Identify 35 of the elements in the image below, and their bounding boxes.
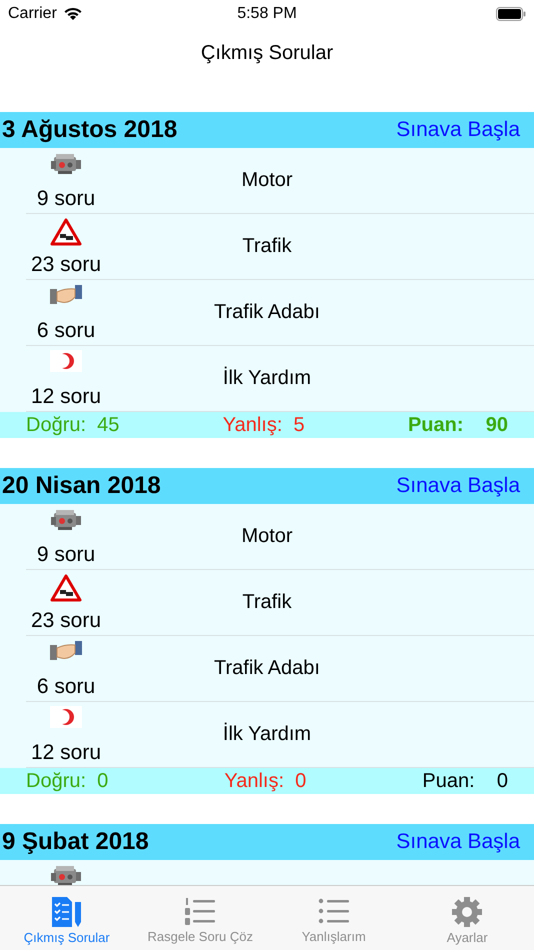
question-count: 6 soru — [36, 319, 96, 343]
category-name: Motor — [241, 525, 293, 548]
question-count: 9 soru — [36, 543, 96, 567]
carrier-label: Carrier — [8, 5, 57, 23]
question-count: 12 soru — [30, 385, 102, 409]
start-exam-link[interactable]: Sınava Başla — [396, 474, 520, 498]
category-name: Motor — [241, 169, 293, 192]
question-count: 23 soru — [30, 253, 102, 277]
score-value: Puan: 0 — [422, 770, 508, 792]
correct-count: Doğru: 0 — [26, 770, 108, 792]
tab-item[interactable]: Çıkmış Sorular — [0, 886, 134, 950]
start-exam-link[interactable]: Sınava Başla — [396, 830, 520, 854]
wrong-count: Yanlış: 0 — [224, 770, 306, 792]
question-count: 12 soru — [30, 741, 102, 765]
question-count: 6 soru — [36, 675, 96, 699]
question-count: 23 soru — [30, 609, 102, 633]
category-name: Trafik Adabı — [214, 657, 320, 680]
question-count: 9 soru — [36, 187, 96, 211]
category-name: Trafik — [242, 591, 292, 614]
category-name: Trafik Adabı — [214, 301, 320, 324]
tab-item[interactable]: Yanlışlarım — [267, 886, 400, 950]
correct-count: Doğru: 45 — [26, 414, 120, 436]
wrong-count: Yanlış: 5 — [222, 414, 305, 436]
category-name: İlk Yardım — [222, 367, 312, 390]
start-exam-link[interactable]: Sınava Başla — [396, 118, 520, 142]
tab-item[interactable]: Rasgele Soru Çöz — [134, 886, 267, 950]
exam-date: 3 Ağustos 2018 — [2, 116, 178, 144]
exam-date: 20 Nisan 2018 — [2, 472, 161, 500]
exam-date: 9 Şubat 2018 — [2, 828, 149, 856]
score-value: Puan: 90 — [408, 414, 508, 436]
category-name: Trafik — [242, 235, 292, 258]
category-name: İlk Yardım — [222, 723, 312, 746]
screen-title: Çıkmış Sorular — [200, 42, 334, 65]
status-time: 5:58 PM — [237, 5, 297, 23]
tab-item[interactable]: Ayarlar — [400, 886, 534, 950]
